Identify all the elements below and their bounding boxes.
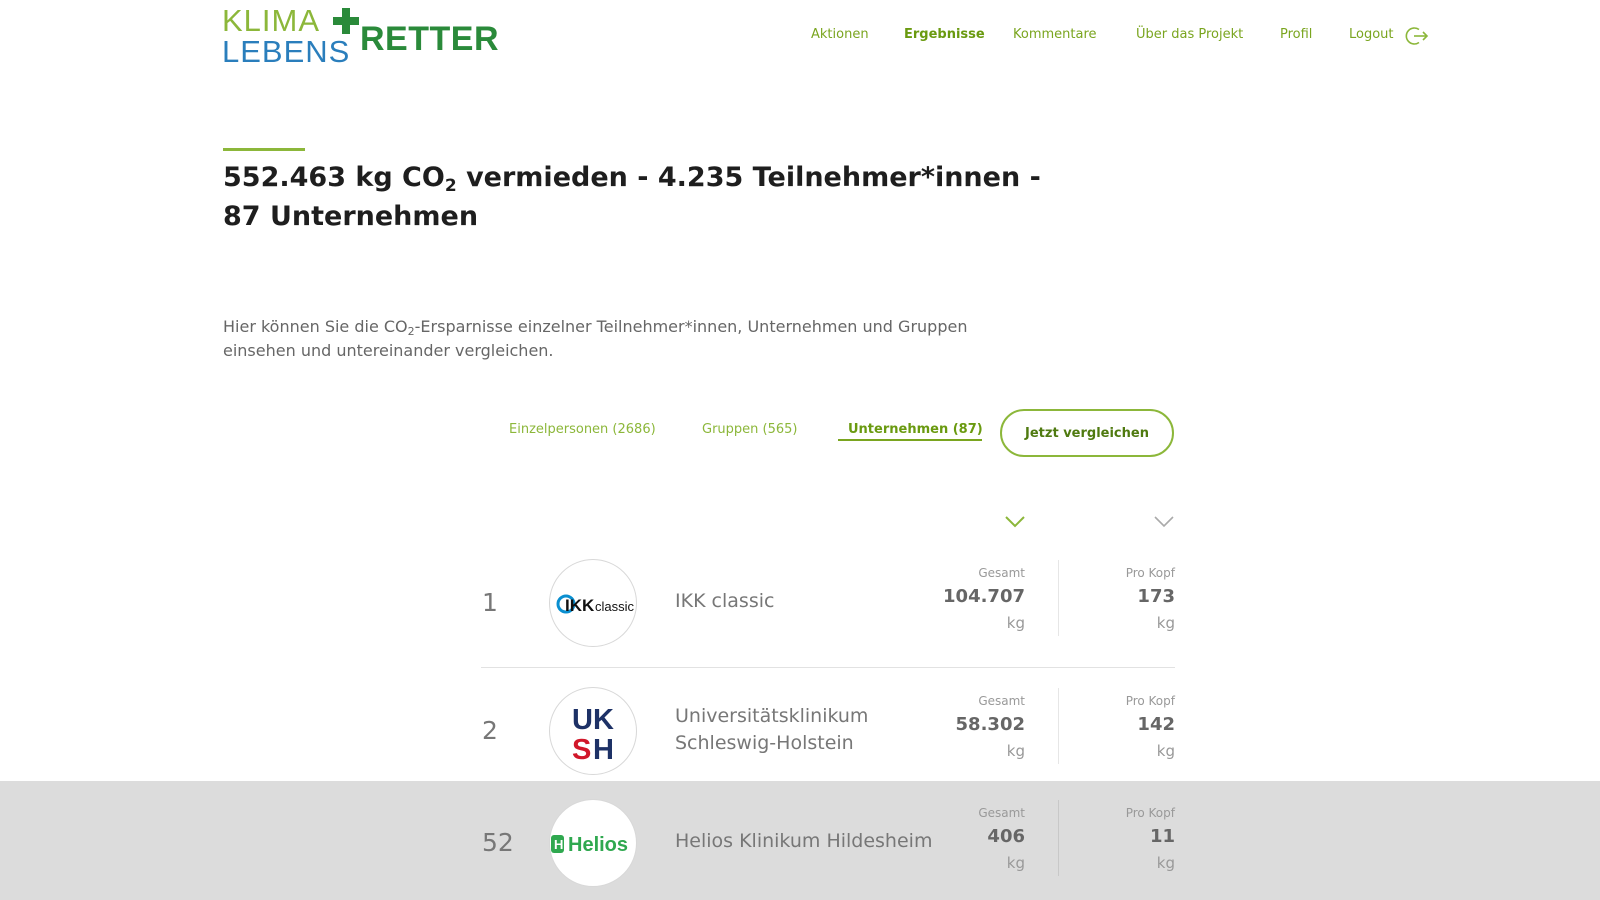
rank-number: 2 [482, 716, 498, 745]
company-logo-uksh: UK S H [549, 687, 637, 775]
own-company-row[interactable]: 52 H Helios Helios Klinikum Hildesheim G… [0, 781, 1600, 900]
ranking-row[interactable]: 1 IKK classic IKK classic Gesamt 104.707… [0, 548, 1600, 658]
company-logo-helios: H Helios [549, 799, 637, 887]
total-label: Gesamt [978, 806, 1025, 820]
tab-gruppen[interactable]: Gruppen (565) [702, 422, 798, 437]
total-label: Gesamt [978, 566, 1025, 580]
per-head-label: Pro Kopf [1125, 806, 1175, 820]
company-name: IKK classic [675, 590, 775, 612]
nav-item-ergebnisse[interactable]: Ergebnisse [904, 27, 985, 42]
ranking-row[interactable]: 2 UK S H Universitätsklinikum Schleswig-… [0, 676, 1600, 786]
logout-icon[interactable] [1405, 25, 1429, 47]
company-logo-ikk: IKK classic [549, 559, 637, 647]
total-value: 58.302 [955, 714, 1025, 735]
main-nav: Aktionen Ergebnisse Kommentare Über das … [0, 24, 1600, 48]
stat-divider [1058, 800, 1059, 876]
per-head-label: Pro Kopf [1125, 694, 1175, 708]
nav-item-logout[interactable]: Logout [1349, 27, 1394, 42]
svg-text:S: S [572, 734, 591, 766]
svg-text:classic: classic [595, 599, 635, 614]
company-name: Universitätsklinikum Schleswig-Holstein [675, 705, 869, 754]
per-head-value: 11 [1149, 826, 1175, 847]
svg-text:H: H [554, 837, 563, 852]
nav-item-profil[interactable]: Profil [1280, 27, 1312, 42]
row-divider [481, 667, 1175, 668]
page-title: 552.463 kg CO2 vermieden - 4.235 Teilneh… [223, 162, 1041, 232]
svg-text:H: H [593, 734, 614, 766]
stat-divider [1058, 688, 1059, 764]
active-tab-underline [838, 439, 982, 441]
rank-number: 1 [482, 588, 498, 617]
svg-text:Helios: Helios [568, 834, 628, 856]
total-label: Gesamt [978, 694, 1025, 708]
per-head-label: Pro Kopf [1125, 566, 1175, 580]
nav-item-ueber-das-projekt[interactable]: Über das Projekt [1136, 27, 1243, 42]
total-unit: kg [1006, 614, 1025, 632]
total-unit: kg [1006, 742, 1025, 760]
per-head-unit: kg [1156, 614, 1175, 632]
headline-accent-line [223, 148, 305, 151]
rank-number: 52 [482, 828, 514, 857]
svg-text:IKK: IKK [565, 596, 595, 615]
sort-total-chevron-down-icon[interactable] [1003, 514, 1027, 530]
intro-text: Hier können Sie die CO2-Ersparnisse einz… [223, 317, 968, 360]
per-head-value: 173 [1137, 586, 1175, 607]
svg-text:UK: UK [572, 704, 614, 736]
total-value: 406 [987, 826, 1025, 847]
helios-logo-icon: H Helios [551, 834, 628, 856]
total-unit: kg [1006, 854, 1025, 872]
per-head-unit: kg [1156, 854, 1175, 872]
stat-divider [1058, 560, 1059, 636]
uksh-logo-icon: UK S H [572, 704, 614, 766]
tab-einzelpersonen[interactable]: Einzelpersonen (2686) [509, 422, 656, 437]
nav-item-aktionen[interactable]: Aktionen [811, 27, 869, 42]
per-head-unit: kg [1156, 742, 1175, 760]
sort-per-head-chevron-down-icon[interactable] [1152, 514, 1176, 530]
total-value: 104.707 [943, 586, 1025, 607]
ikk-logo-icon: IKK classic [556, 594, 635, 615]
nav-item-kommentare[interactable]: Kommentare [1013, 27, 1097, 42]
tab-unternehmen[interactable]: Unternehmen (87) [848, 422, 983, 437]
compare-button[interactable]: Jetzt vergleichen [1000, 409, 1174, 457]
per-head-value: 142 [1137, 714, 1175, 735]
